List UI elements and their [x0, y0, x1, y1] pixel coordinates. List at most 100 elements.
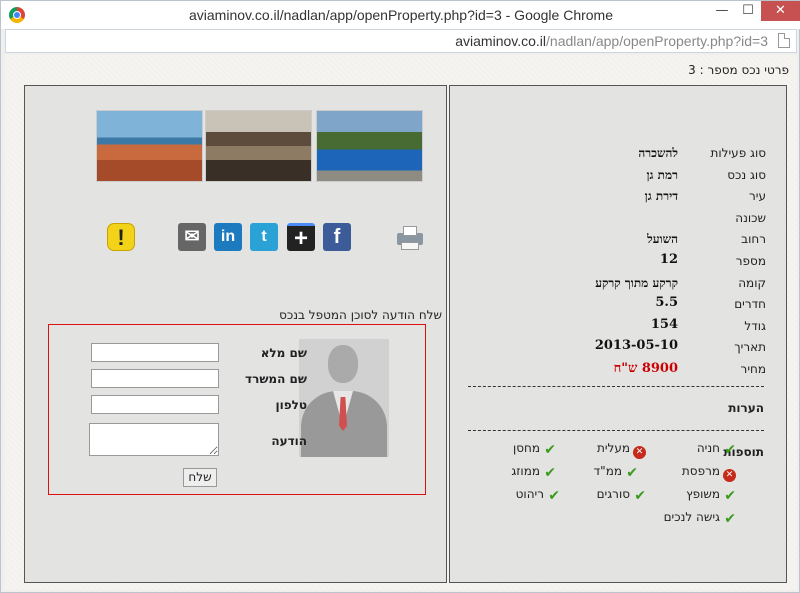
detail-label: רחוב [741, 232, 766, 246]
feature-label: גישה לנכים [663, 510, 720, 524]
phone-label: טלפון [275, 398, 307, 412]
linkedin-share-icon[interactable]: in [214, 223, 242, 251]
report-warning-icon[interactable]: ! [107, 223, 135, 251]
office-name-field[interactable] [91, 369, 219, 388]
message-field[interactable] [89, 423, 219, 456]
detail-value: להשכרה [638, 146, 678, 160]
feature-item: ✕מרפסת [682, 464, 736, 482]
detail-row: מספר 12 [450, 252, 788, 273]
check-icon: ✔ [724, 442, 736, 458]
feature-label: משופץ [686, 487, 720, 501]
feature-item: ✔ משופץ [686, 487, 736, 505]
minimize-button[interactable]: — [709, 1, 735, 21]
feature-item: ✔ מחסן [513, 441, 556, 459]
detail-row: עיר דירת גן [450, 187, 788, 208]
office-name-label: שם המשרד [245, 372, 307, 386]
detail-label: מחיר [740, 362, 766, 376]
browser-window: aviaminov.co.il/nadlan/app/openProperty.… [0, 0, 800, 593]
page-content: פרטי נכס מספר : 3 סוג פעילות להשכרה סוג … [5, 55, 797, 590]
check-icon: ✔ [724, 488, 736, 504]
detail-row: רחוב השועל [450, 230, 788, 251]
email-share-icon[interactable]: ✉ [178, 223, 206, 251]
window-title: aviaminov.co.il/nadlan/app/openProperty.… [188, 7, 614, 23]
printer-output [401, 242, 419, 250]
feature-label: מרפסת [681, 464, 720, 478]
detail-row: תאריך 2013-05-10 [450, 338, 788, 359]
detail-row: מחיר 8900 ש"ח [450, 360, 788, 381]
detail-label: עיר [749, 189, 766, 203]
contact-form-title: שלח הודעה לסוכן המטפל בנכס [279, 308, 442, 322]
page-icon [778, 33, 790, 48]
detail-label: תאריך [734, 340, 766, 354]
facebook-share-icon[interactable]: f [323, 223, 351, 251]
feature-item: ✔ גישה לנכים [664, 510, 736, 528]
detail-label: סוג נכס [727, 168, 766, 182]
feature-item: ✔ ממ"ד [594, 464, 638, 482]
detail-value: 2013-05-10 [594, 338, 678, 353]
printer-paper [403, 226, 417, 236]
detail-row: גודל 154 [450, 317, 788, 338]
check-icon: ✔ [544, 465, 556, 481]
detail-value: רמת גן [646, 168, 678, 182]
detail-value: דירת גן [644, 189, 678, 203]
divider [468, 430, 764, 431]
send-button[interactable]: שלח [183, 468, 217, 487]
property-details-panel: סוג פעילות להשכרה סוג נכס רמת גן עיר דיר… [449, 85, 787, 583]
check-icon: ✔ [626, 465, 638, 481]
detail-label: חדרים [734, 297, 766, 311]
page-title: פרטי נכס מספר : 3 [688, 63, 789, 77]
feature-label: ממוזג [511, 464, 540, 478]
divider [468, 386, 764, 387]
maximize-button[interactable]: ☐ [735, 1, 761, 21]
detail-label: קומה [738, 276, 766, 290]
check-icon: ✔ [548, 488, 560, 504]
url-text: aviaminov.co.il/nadlan/app/openProperty.… [455, 33, 768, 49]
detail-row: חדרים 5.5 [450, 295, 788, 316]
property-photo[interactable] [316, 110, 423, 182]
feature-item: ✕מעלית [597, 441, 646, 459]
feature-item: ✔ חניה [697, 441, 736, 459]
check-icon: ✔ [634, 488, 646, 504]
property-photo[interactable] [96, 110, 203, 182]
detail-value: 154 [650, 317, 678, 332]
detail-label: גודל [744, 319, 766, 333]
feature-label: מחסן [512, 441, 540, 455]
contact-form: שם מלא שם המשרד טלפון הודעה שלח [48, 324, 426, 495]
url-host: aviaminov.co.il [455, 33, 547, 49]
feature-label: חניה [696, 441, 720, 455]
detail-row: שכונה [450, 209, 788, 230]
detail-label: שכונה [735, 211, 766, 225]
detail-row: קומה קרקע מתוך קרקע [450, 274, 788, 295]
phone-field[interactable] [91, 395, 219, 414]
feature-label: מעלית [596, 441, 630, 455]
feature-label: ממ"ד [593, 464, 622, 478]
feature-label: סורגים [596, 487, 630, 501]
full-name-label: שם מלא [260, 346, 307, 360]
feature-item: ✔ סורגים [597, 487, 646, 505]
cross-icon: ✕ [633, 446, 646, 459]
agent-avatar [299, 339, 389, 457]
feature-label: ריהוט [515, 487, 544, 501]
notes-label: הערות [728, 401, 764, 415]
check-icon: ✔ [544, 442, 556, 458]
full-name-field[interactable] [91, 343, 219, 362]
title-bar: aviaminov.co.il/nadlan/app/openProperty.… [1, 1, 800, 29]
twitter-share-icon[interactable]: t [250, 223, 278, 251]
detail-label: מספר [735, 254, 766, 268]
detail-value: קרקע מתוך קרקע [595, 276, 678, 290]
feature-item: ✔ ממוזג [511, 464, 556, 482]
detail-label: סוג פעילות [710, 146, 766, 160]
check-icon: ✔ [724, 511, 736, 527]
detail-row: סוג פעילות להשכרה [450, 144, 788, 165]
price-value: 8900 ש"ח [613, 361, 678, 376]
url-path: /nadlan/app/openProperty.php?id=3 [546, 33, 768, 49]
message-label: הודעה [271, 434, 307, 448]
address-bar[interactable]: aviaminov.co.il/nadlan/app/openProperty.… [5, 29, 797, 53]
property-photo[interactable] [205, 110, 312, 182]
printer-icon[interactable] [395, 225, 425, 251]
detail-row: סוג נכס רמת גן [450, 166, 788, 187]
close-button[interactable]: ✕ [761, 1, 800, 21]
avatar-head [328, 345, 358, 383]
detail-value: השועל [647, 232, 678, 246]
google-plus-share-icon[interactable]: + [287, 223, 315, 252]
